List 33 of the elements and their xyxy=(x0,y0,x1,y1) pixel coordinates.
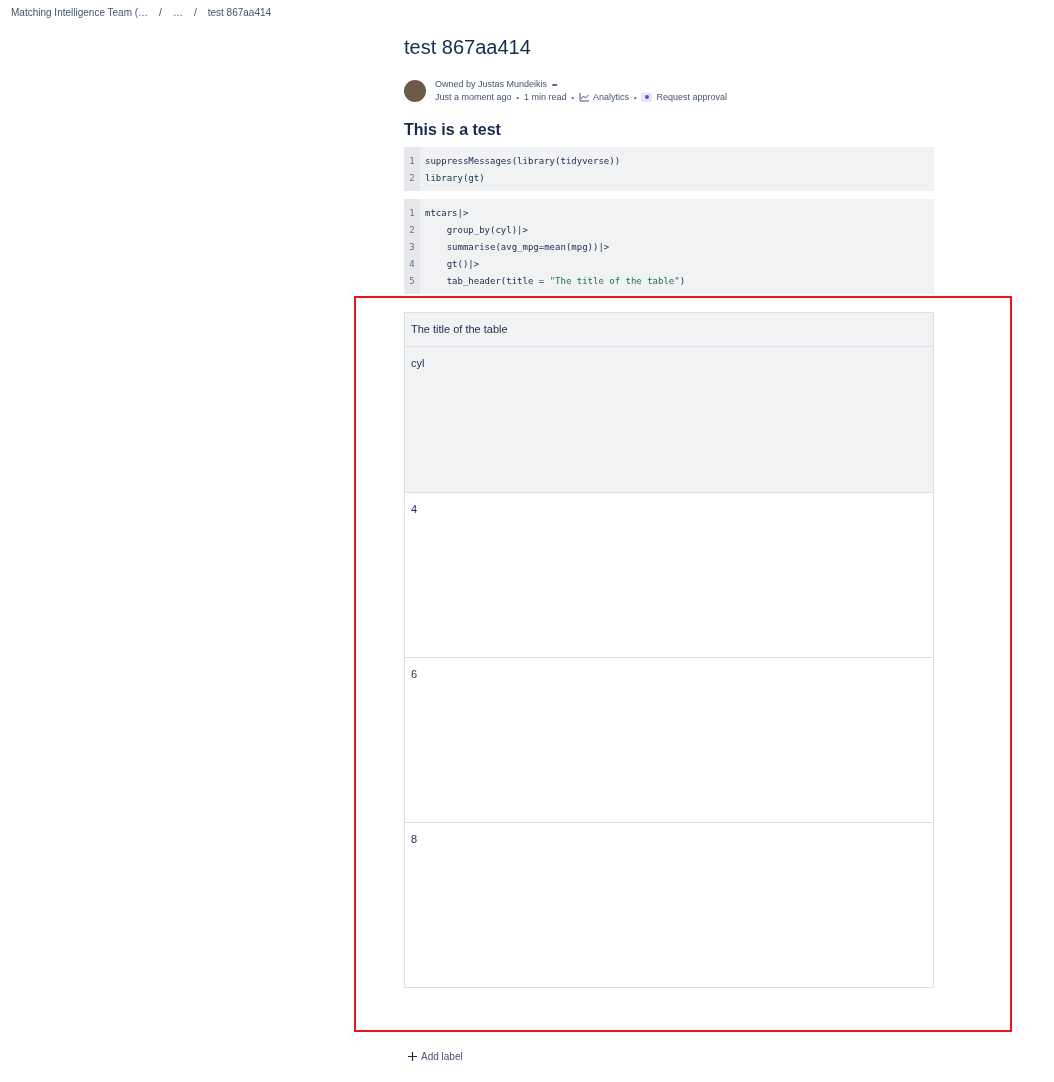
add-label-button[interactable]: Add label xyxy=(404,1051,467,1062)
breadcrumb-link[interactable]: test 867aa414 xyxy=(207,7,272,18)
code-line: mtcars|> xyxy=(425,207,469,218)
section-heading: This is a test xyxy=(404,121,502,139)
code-line: summarise(avg_mpg=mean(mpg))|> xyxy=(445,241,610,252)
analytics-link[interactable]: Analytics xyxy=(593,92,629,102)
table-title: The title of the table xyxy=(405,313,933,346)
code-line: library(gt) xyxy=(425,172,485,183)
chart-icon xyxy=(579,92,589,102)
avatar[interactable] xyxy=(404,79,426,102)
breadcrumb-separator: / xyxy=(158,7,163,18)
line-number: 2 xyxy=(408,224,416,235)
meta-text: Just a moment ago xyxy=(435,92,512,102)
line-number: 5 xyxy=(408,275,416,286)
breadcrumb-separator: / xyxy=(192,7,198,18)
status-icon xyxy=(641,92,653,102)
request-approval-link[interactable]: Request approval xyxy=(656,92,727,102)
owner-text: Owned by Justas Mundeikis xyxy=(435,79,548,89)
page-title: test 867aa414 xyxy=(404,36,532,59)
line-number: 1 xyxy=(408,155,416,166)
column-header: cyl xyxy=(405,346,933,492)
breadcrumb-link[interactable]: … xyxy=(172,7,183,18)
code-line: tab_header(title = "The title of the table") xyxy=(445,275,686,286)
breadcrumb-link[interactable]: Matching Intelligence Team (… xyxy=(11,7,149,18)
meta-text: 1 min read xyxy=(524,92,567,102)
line-number: 4 xyxy=(408,258,416,269)
line-number: 1 xyxy=(408,207,416,218)
line-number: 3 xyxy=(408,241,416,252)
code-line: suppressMessages(library(tidyverse)) xyxy=(425,155,621,166)
code-line: gt()|> xyxy=(445,258,480,269)
line-number: 2 xyxy=(408,172,416,183)
plus-icon xyxy=(408,1052,417,1061)
code-line: group_by(cyl)|> xyxy=(445,224,528,235)
